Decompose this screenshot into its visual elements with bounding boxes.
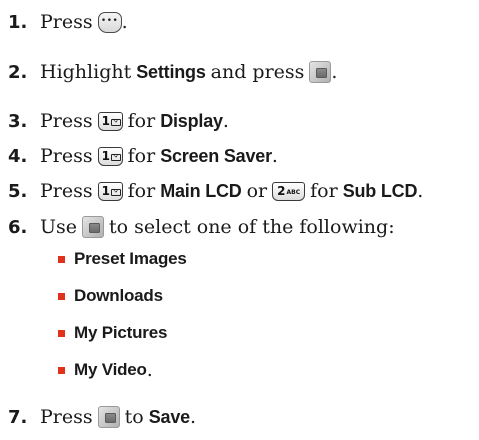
step-bold: Save bbox=[148, 406, 190, 427]
list-item: My Video . bbox=[58, 355, 153, 385]
step-text: for bbox=[310, 180, 338, 202]
list-item: Preset Images bbox=[58, 244, 187, 274]
step-number: 7. bbox=[8, 406, 28, 428]
step-text: for bbox=[127, 180, 156, 202]
ok-key-icon bbox=[82, 216, 105, 238]
step-bold: Settings bbox=[136, 61, 206, 82]
step-text: . bbox=[417, 180, 424, 202]
number-key-icon: 2ABC bbox=[272, 181, 306, 201]
step-3: 3. Press 1 for Display . bbox=[8, 104, 229, 138]
step-text: Press bbox=[40, 145, 93, 167]
step-1: 1. Press ••• . bbox=[8, 5, 128, 39]
step-text: . bbox=[222, 110, 229, 132]
step-bold: Screen Saver bbox=[160, 145, 272, 166]
option-label: My Video bbox=[74, 360, 147, 379]
list-item: My Pictures bbox=[58, 318, 167, 348]
step-bold: Main LCD bbox=[160, 180, 242, 201]
number-key-icon: 1 bbox=[97, 181, 123, 201]
step-text: . bbox=[121, 11, 128, 33]
step-number: 2. bbox=[8, 61, 28, 83]
envelope-icon bbox=[110, 118, 121, 126]
step-text: . bbox=[331, 61, 338, 83]
step-2: 2. Highlight Settings and press . bbox=[8, 55, 337, 89]
option-label: My Pictures bbox=[74, 323, 168, 342]
step-5: 5. Press 1 for Main LCD or 2ABC for Sub … bbox=[8, 174, 423, 208]
step-text: . bbox=[189, 406, 196, 428]
step-text: . bbox=[271, 145, 278, 167]
step-number: 6. bbox=[8, 216, 28, 238]
step-6: 6. Use to select one of the following: bbox=[8, 210, 395, 244]
step-text: for bbox=[127, 110, 156, 132]
number-key-icon: 1 bbox=[97, 146, 123, 166]
menu-key-icon: ••• bbox=[97, 11, 122, 33]
step-7: 7. Press to Save . bbox=[8, 400, 196, 434]
step-text: Press bbox=[40, 110, 93, 132]
step-text: Press bbox=[40, 180, 93, 202]
bullet-square-icon bbox=[58, 255, 65, 263]
step-text: to select one of the following: bbox=[109, 216, 395, 238]
step-text: and press bbox=[210, 61, 305, 83]
step-number: 4. bbox=[8, 145, 28, 167]
bullet-square-icon bbox=[58, 366, 65, 374]
step-text: Press bbox=[40, 406, 93, 428]
step-number: 1. bbox=[8, 11, 28, 33]
step-number: 3. bbox=[8, 110, 28, 132]
option-punct: . bbox=[146, 359, 153, 381]
step-4: 4. Press 1 for Screen Saver . bbox=[8, 139, 278, 173]
list-item: Downloads bbox=[58, 281, 163, 311]
option-label: Downloads bbox=[74, 286, 163, 305]
step-text: Highlight bbox=[40, 61, 132, 83]
step-text: or bbox=[246, 180, 268, 202]
ok-key-icon bbox=[309, 61, 332, 83]
option-label: Preset Images bbox=[74, 249, 187, 268]
bullet-square-icon bbox=[58, 329, 65, 337]
step-number: 5. bbox=[8, 180, 28, 202]
step-text: Use bbox=[40, 216, 78, 238]
step-text: to bbox=[124, 406, 144, 428]
ok-key-icon bbox=[97, 406, 120, 428]
number-key-icon: 1 bbox=[97, 111, 123, 131]
envelope-icon bbox=[110, 153, 121, 161]
step-bold: Sub LCD bbox=[342, 180, 418, 201]
bullet-square-icon bbox=[58, 292, 65, 300]
step-text: Press bbox=[40, 11, 93, 33]
step-text: for bbox=[127, 145, 156, 167]
step-bold: Display bbox=[160, 110, 223, 131]
envelope-icon bbox=[110, 188, 121, 196]
